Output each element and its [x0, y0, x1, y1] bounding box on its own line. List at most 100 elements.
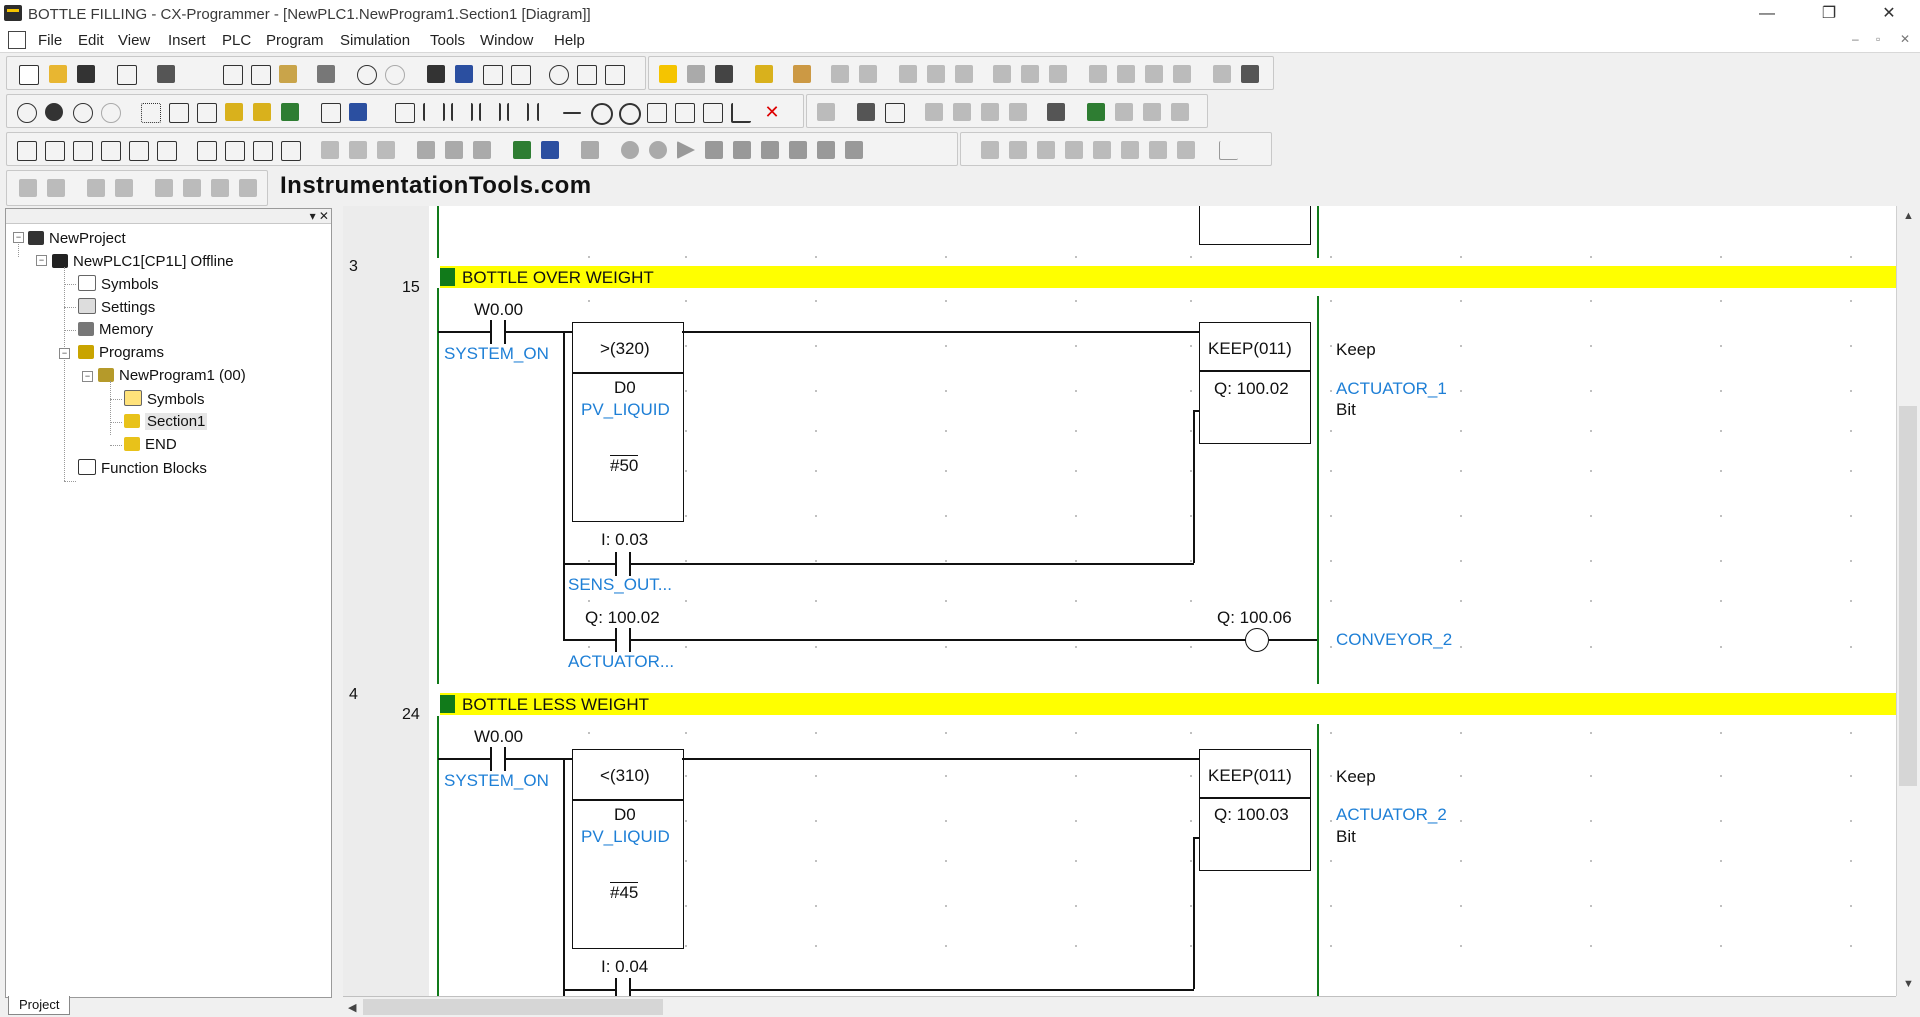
context-help-icon[interactable]: [605, 65, 625, 85]
hex-16-icon[interactable]: [377, 141, 395, 159]
mnemonic-view-icon[interactable]: [321, 103, 341, 123]
element-delete-icon[interactable]: [1177, 141, 1195, 159]
outdent-icon[interactable]: [47, 179, 65, 197]
scroll-left-icon[interactable]: ◀: [348, 1001, 356, 1014]
no-contact-icon[interactable]: [423, 103, 445, 121]
panel-alt-icon[interactable]: [281, 141, 301, 161]
setup-icon[interactable]: [953, 103, 971, 121]
scan-run-icon[interactable]: [845, 141, 863, 159]
online-icon[interactable]: [687, 65, 705, 83]
document-icon[interactable]: [8, 31, 26, 49]
force-cancel-icon[interactable]: [1049, 65, 1067, 83]
menu-window[interactable]: Window: [480, 32, 533, 49]
mdi-close-button[interactable]: ✕: [1900, 32, 1910, 46]
zoom-out-icon[interactable]: [73, 103, 93, 123]
cut-icon[interactable]: [223, 65, 243, 85]
or-nc-contact-icon[interactable]: [507, 103, 529, 121]
program-view-icon[interactable]: [817, 103, 835, 121]
rung-comment-bar[interactable]: BOTTLE OVER WEIGHT: [440, 266, 1896, 288]
close-button[interactable]: ✕: [1866, 2, 1912, 26]
force-on-icon[interactable]: [993, 65, 1011, 83]
memory-card-icon[interactable]: [317, 65, 335, 83]
online-edit-cancel-icon[interactable]: [1117, 65, 1135, 83]
horizontal-scrollbar[interactable]: ◀: [343, 996, 1896, 1017]
return-icon[interactable]: [1219, 141, 1238, 160]
step-in-icon[interactable]: [417, 141, 435, 159]
tree-item-newproject[interactable]: NewProject: [28, 230, 126, 247]
list-alt-icon[interactable]: [115, 179, 133, 197]
simulator-window-icon[interactable]: [541, 141, 559, 159]
tab-project[interactable]: Project: [8, 996, 70, 1015]
minimize-button[interactable]: —: [1744, 2, 1790, 26]
print-preview-icon[interactable]: [117, 65, 137, 85]
no-contact[interactable]: [615, 552, 631, 576]
grid-icon[interactable]: [141, 103, 161, 123]
horizontal-line-icon[interactable]: [563, 112, 581, 114]
sfc-icon[interactable]: [1143, 103, 1161, 121]
redo-icon[interactable]: [385, 65, 405, 85]
menu-tools[interactable]: Tools: [430, 32, 465, 49]
ct-icon[interactable]: [349, 103, 367, 121]
tree-item-symbols[interactable]: Symbols: [78, 275, 159, 293]
monitor-mode-icon[interactable]: [927, 65, 945, 83]
list-icon[interactable]: [87, 179, 105, 197]
force-off-icon[interactable]: [1021, 65, 1039, 83]
tree-item-memory[interactable]: Memory: [78, 321, 153, 338]
simulator-io-icon[interactable]: [581, 141, 599, 159]
replace-icon[interactable]: [455, 65, 473, 83]
scroll-down-icon[interactable]: ▼: [1903, 978, 1914, 990]
tree-item-end[interactable]: END: [124, 436, 177, 453]
decimal-10-icon[interactable]: [321, 141, 339, 159]
play-icon[interactable]: [677, 141, 695, 159]
menu-view[interactable]: View: [118, 32, 150, 49]
output-window-icon[interactable]: [1047, 103, 1065, 121]
menu-plc[interactable]: PLC: [222, 32, 251, 49]
online-edit-send-icon[interactable]: [1145, 65, 1163, 83]
tree-item-section1[interactable]: Section1: [124, 413, 208, 430]
simulator-start-icon[interactable]: [513, 141, 531, 159]
step-run-icon[interactable]: [761, 141, 779, 159]
vertical-line-icon[interactable]: [537, 103, 557, 121]
tree-item-newprogram1[interactable]: NewProgram1 (00): [98, 367, 246, 384]
coil-icon[interactable]: [591, 103, 613, 125]
bookmark-next-icon[interactable]: [253, 103, 271, 121]
structured-text-icon[interactable]: [1115, 103, 1133, 121]
fast-forward-icon[interactable]: [817, 141, 835, 159]
find-icon[interactable]: [427, 65, 445, 83]
workspace-close-icon[interactable]: ▾ ✕: [310, 209, 329, 223]
monitor-icon[interactable]: [715, 65, 733, 83]
tree-expander-plc[interactable]: −: [36, 255, 47, 266]
panel-icon[interactable]: [253, 141, 273, 161]
pt-instruction-icon[interactable]: [675, 103, 695, 123]
nc-coil-icon[interactable]: [619, 103, 641, 125]
window-graph-icon[interactable]: [73, 141, 93, 161]
no-contact[interactable]: [615, 978, 631, 1002]
network-icon[interactable]: [197, 141, 217, 161]
no-contact[interactable]: [490, 320, 506, 344]
open-folder-icon[interactable]: [49, 65, 67, 83]
online-edit-icon[interactable]: [1089, 65, 1107, 83]
element-insert-icon[interactable]: [1149, 141, 1167, 159]
previous-rung-block[interactable]: [1199, 206, 1311, 245]
select-mode-icon[interactable]: [395, 103, 415, 123]
zoom-icon[interactable]: [17, 103, 37, 123]
transfer-icon[interactable]: [755, 65, 773, 83]
program-mode-icon[interactable]: [899, 65, 917, 83]
show-comments-icon[interactable]: [169, 103, 189, 123]
column-delete-icon[interactable]: [1121, 141, 1139, 159]
menu-edit[interactable]: Edit: [78, 32, 104, 49]
menu-insert[interactable]: Insert: [168, 32, 206, 49]
indent-icon[interactable]: [19, 179, 37, 197]
step-over-icon[interactable]: [445, 141, 463, 159]
tree-item-plc[interactable]: NewPLC1[CP1L] Offline: [52, 253, 234, 270]
bookmark-icon[interactable]: [225, 103, 243, 121]
new-file-icon[interactable]: [19, 65, 39, 85]
no-contact[interactable]: [615, 628, 631, 652]
zoom-in-icon[interactable]: [45, 103, 63, 121]
wizard-icon[interactable]: [155, 179, 173, 197]
vertical-scrollbar[interactable]: ▲ ▼: [1896, 206, 1919, 996]
tree-item-programs[interactable]: Programs: [78, 344, 164, 361]
step-out-icon[interactable]: [473, 141, 491, 159]
column-insert-icon[interactable]: [1093, 141, 1111, 159]
data-trace-icon[interactable]: [1213, 65, 1231, 83]
